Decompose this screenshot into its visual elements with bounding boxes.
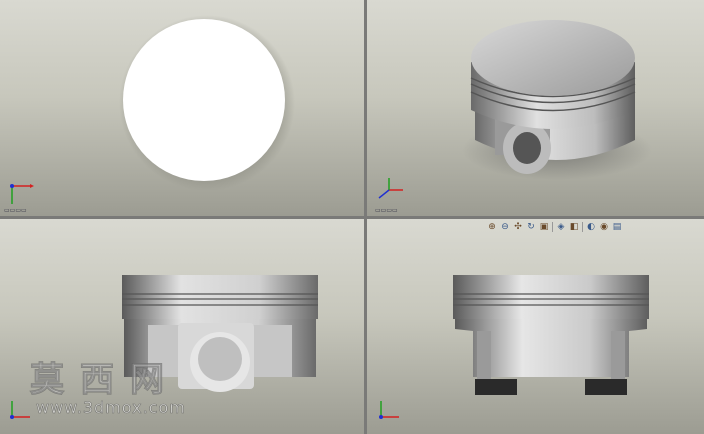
- skirt-foot-left: [475, 379, 517, 395]
- viewport-top[interactable]: ▭▭▭▭: [0, 0, 364, 216]
- rotate-button[interactable]: ↻: [526, 222, 536, 232]
- scene-icon: ▤: [612, 222, 622, 232]
- top-view-scene: [119, 15, 295, 191]
- triad-label: ▭▭▭▭: [4, 207, 27, 214]
- pan-button[interactable]: ✣: [513, 222, 523, 232]
- side-view-scene: [453, 275, 649, 395]
- axis-triad-icon: [10, 401, 30, 419]
- viewport-front[interactable]: [0, 219, 364, 434]
- pin-boss-right: [611, 331, 625, 379]
- piston-crown[interactable]: [122, 275, 318, 289]
- piston-crown[interactable]: [471, 20, 635, 96]
- view-orientation-icon: ◈: [557, 222, 565, 232]
- axis-triad-icon: [10, 184, 34, 204]
- view-toolbar: ⊕ ⊖ ✣ ↻ ▣ ◈ ◧ ◐ ◉ ▤: [487, 220, 622, 234]
- cad-window: ▭▭▭▭ ▭▭▭▭ ⊕ ⊖ ✣ ↻ ▣ ◈ ◧ ◐ ◉ ▤ 莫西网 www.3d…: [0, 0, 704, 434]
- viewport-isometric[interactable]: ▭▭▭▭: [367, 0, 704, 216]
- viewport-side[interactable]: [367, 219, 704, 434]
- piston-crown-top[interactable]: [123, 19, 285, 181]
- triad-label: ▭▭▭▭: [375, 207, 398, 214]
- isometric-view-scene: [462, 20, 652, 180]
- appearance-icon: ◉: [600, 222, 608, 232]
- scene-button[interactable]: ▤: [612, 222, 622, 232]
- zoom-to-fit-icon: ⊕: [488, 222, 496, 232]
- zoom-in-out-icon: ⊖: [501, 222, 509, 232]
- section-view-button[interactable]: ▣: [539, 222, 549, 232]
- pin-boss-left: [477, 331, 491, 379]
- hide-show-icon: ◐: [587, 222, 595, 232]
- pin-hole[interactable]: [198, 337, 242, 381]
- pan-icon: ✣: [514, 222, 522, 232]
- view-orientation-button[interactable]: ◈: [556, 222, 566, 232]
- toolbar-separator: [552, 222, 553, 232]
- axis-triad-icon: [379, 401, 399, 419]
- front-view-scene: [122, 275, 318, 392]
- display-style-button[interactable]: ◧: [569, 222, 579, 232]
- appearance-button[interactable]: ◉: [599, 222, 609, 232]
- rotate-icon: ↻: [527, 222, 535, 232]
- zoom-in-out-button[interactable]: ⊖: [500, 222, 510, 232]
- section-view-icon: ▣: [539, 222, 549, 232]
- display-style-icon: ◧: [569, 222, 579, 232]
- zoom-to-fit-button[interactable]: ⊕: [487, 222, 497, 232]
- pin-hole[interactable]: [513, 132, 541, 164]
- hide-show-button[interactable]: ◐: [586, 222, 596, 232]
- toolbar-separator: [582, 222, 583, 232]
- piston-crown[interactable]: [453, 275, 649, 289]
- axis-triad-icon: [378, 178, 403, 199]
- skirt-foot-right: [585, 379, 627, 395]
